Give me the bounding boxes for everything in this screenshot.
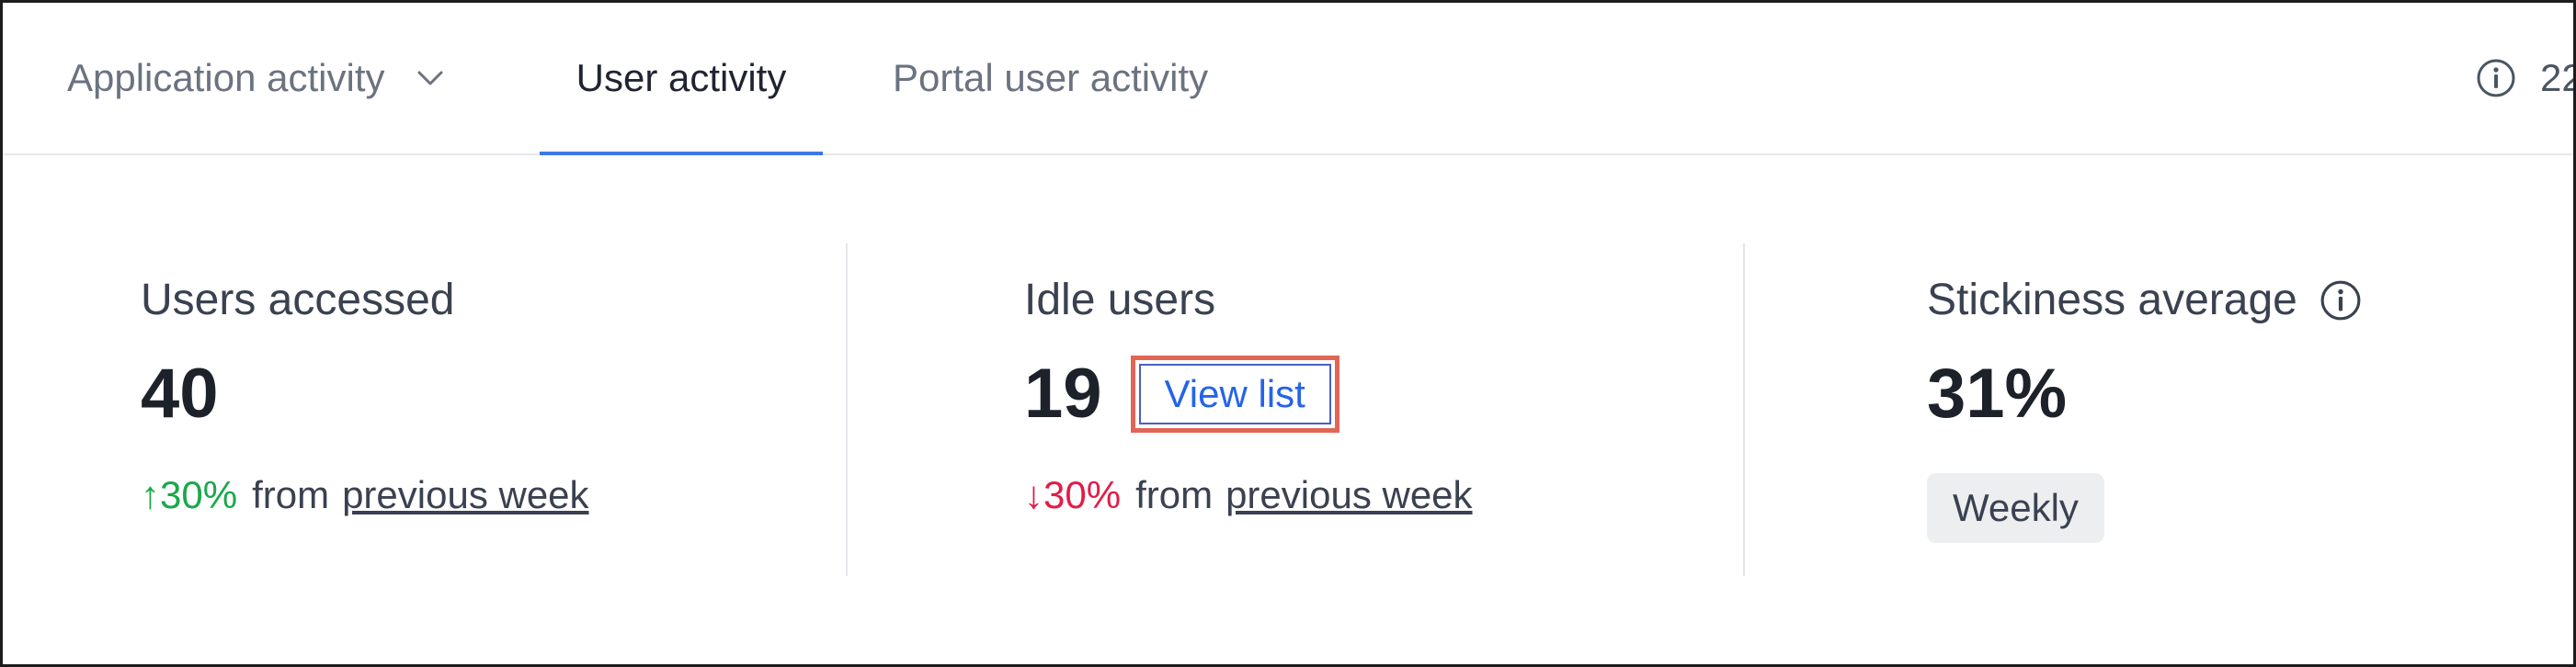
stickiness-number: 31%	[1927, 355, 2068, 433]
trend-from-text: from	[252, 473, 330, 516]
users-accessed-card: Users accessed 40 ↑ 30% from previous we…	[141, 278, 589, 517]
idle-users-value: 19 View list	[1024, 355, 1473, 434]
activity-panel: Application activity User activity Porta…	[0, 0, 2576, 667]
trend-from-text: from	[1135, 473, 1214, 516]
view-list-button[interactable]: View list	[1130, 355, 1339, 434]
tab-application-activity[interactable]: Application activity	[67, 3, 444, 153]
tab-application-activity-label: Application activity	[67, 56, 385, 99]
period-badge[interactable]: Weekly	[1927, 473, 2104, 543]
arrow-down-icon: ↓	[1024, 473, 1043, 516]
arrow-up-icon: ↑	[141, 473, 160, 516]
users-accessed-trend: ↑ 30% from previous week	[141, 473, 589, 517]
stickiness-card: Stickiness average 31% Weekly	[1927, 278, 2362, 543]
idle-users-trend-percent: 30%	[1043, 473, 1122, 516]
stickiness-title-row: Stickiness average	[1927, 278, 2362, 322]
idle-users-card: Idle users 19 View list ↓ 30% from previ…	[1024, 278, 1473, 517]
card-divider	[1743, 243, 1745, 576]
chevron-down-icon	[416, 70, 444, 86]
previous-week-link[interactable]: previous week	[342, 473, 588, 517]
info-icon[interactable]	[2320, 279, 2362, 322]
users-accessed-title: Users accessed	[141, 276, 455, 324]
idle-users-title: Idle users	[1024, 276, 1216, 324]
tab-portal-user-activity-label: Portal user activity	[893, 56, 1209, 99]
tab-portal-user-activity[interactable]: Portal user activity	[893, 3, 1208, 153]
idle-users-number: 19	[1024, 355, 1102, 433]
users-accessed-number: 40	[141, 355, 219, 433]
card-divider	[846, 243, 848, 576]
tab-user-activity-label: User activity	[576, 56, 787, 99]
stickiness-value: 31%	[1927, 359, 2362, 429]
info-icon[interactable]	[2476, 58, 2516, 98]
users-accessed-value: 40	[141, 359, 589, 429]
previous-week-link[interactable]: previous week	[1225, 473, 1472, 517]
tab-bar: Application activity User activity Porta…	[3, 3, 2573, 155]
tab-user-activity[interactable]: User activity	[540, 3, 823, 155]
stickiness-title: Stickiness average	[1927, 276, 2297, 324]
users-accessed-trend-percent: 30%	[160, 473, 238, 516]
header-count: 22	[2540, 56, 2573, 99]
idle-users-trend: ↓ 30% from previous week	[1024, 473, 1473, 517]
